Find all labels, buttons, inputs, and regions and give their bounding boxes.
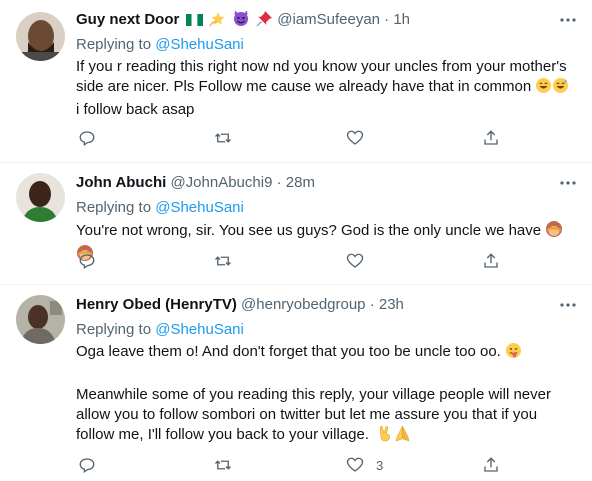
mention-link[interactable]: @ShehuSani bbox=[155, 199, 244, 216]
tweet-actions: 3 bbox=[76, 455, 516, 475]
like-button[interactable] bbox=[346, 128, 376, 148]
reply-icon bbox=[78, 456, 96, 474]
author-handle[interactable]: @iamSufeeyan bbox=[277, 11, 380, 28]
tweet-actions bbox=[76, 128, 516, 148]
sweat-smile-icon bbox=[552, 77, 569, 100]
author-handle[interactable]: @henryobedgroup bbox=[241, 296, 365, 313]
tweet-text-part: Oga leave them o! And don't forget that … bbox=[76, 343, 501, 360]
reply-button[interactable] bbox=[78, 455, 96, 475]
replying-to-label: Replying to bbox=[76, 199, 152, 216]
share-icon bbox=[482, 456, 500, 474]
winking-tongue-face-icon bbox=[505, 342, 522, 365]
reply-button[interactable] bbox=[78, 251, 96, 271]
share-icon bbox=[482, 252, 500, 270]
avatar[interactable] bbox=[16, 295, 65, 344]
separator-dot: · bbox=[384, 11, 390, 28]
retweet-icon bbox=[213, 456, 233, 474]
heart-icon bbox=[346, 252, 364, 270]
reply-icon bbox=[78, 129, 96, 147]
retweet-icon bbox=[213, 129, 233, 147]
nigeria-flag-icon bbox=[185, 12, 203, 34]
tweet-text-part: i follow back asap bbox=[76, 101, 195, 118]
reply-icon bbox=[78, 252, 96, 270]
reply-button[interactable] bbox=[78, 128, 96, 148]
share-button[interactable] bbox=[482, 128, 500, 148]
mention-link[interactable]: @ShehuSani bbox=[155, 321, 244, 338]
tweet-text-part: You're not wrong, sir. You see us guys? … bbox=[76, 222, 542, 239]
grinning-face-icon bbox=[535, 77, 552, 100]
author-name[interactable]: Guy next Door bbox=[76, 11, 179, 28]
tweet[interactable]: Henry Obed (HenryTV) @henryobedgroup · 2… bbox=[0, 285, 592, 481]
separator-dot: · bbox=[369, 296, 375, 313]
like-button[interactable]: 3 bbox=[346, 455, 383, 475]
more-icon[interactable] bbox=[558, 13, 578, 27]
smiling-devil-icon bbox=[232, 9, 250, 34]
more-icon[interactable] bbox=[558, 176, 578, 190]
mention-link[interactable]: @ShehuSani bbox=[155, 36, 244, 53]
tweet-time[interactable]: 28m bbox=[286, 174, 315, 191]
author-name[interactable]: Henry Obed (HenryTV) bbox=[76, 296, 237, 313]
share-icon bbox=[482, 129, 500, 147]
like-button[interactable] bbox=[346, 251, 376, 271]
tweet-time[interactable]: 1h bbox=[393, 11, 410, 28]
tweet-time[interactable]: 23h bbox=[379, 296, 404, 313]
replying-to: Replying to @ShehuSani bbox=[76, 197, 244, 219]
folded-hands-icon bbox=[394, 425, 411, 448]
victory-hand-icon bbox=[377, 425, 394, 448]
replying-to-label: Replying to bbox=[76, 321, 152, 338]
tweet-text-part: Meanwhile some of you reading this reply… bbox=[76, 386, 551, 443]
tweet[interactable]: Guy next Door @iamSufeeyan · 1h Replying… bbox=[0, 0, 592, 163]
replying-to-label: Replying to bbox=[76, 36, 152, 53]
heart-icon bbox=[346, 456, 364, 474]
author-name[interactable]: John Abuchi bbox=[76, 174, 166, 191]
separator-dot: · bbox=[276, 174, 282, 191]
replying-to: Replying to @ShehuSani bbox=[76, 319, 244, 341]
retweet-button[interactable] bbox=[213, 128, 233, 148]
dizzy-star-icon bbox=[209, 10, 226, 34]
avatar[interactable] bbox=[16, 12, 65, 61]
share-button[interactable] bbox=[482, 455, 500, 475]
retweet-icon bbox=[213, 252, 233, 270]
pushpin-icon bbox=[256, 10, 273, 34]
retweet-button[interactable] bbox=[213, 251, 233, 271]
heart-icon bbox=[346, 129, 364, 147]
retweet-button[interactable] bbox=[213, 455, 233, 475]
avatar[interactable] bbox=[16, 173, 65, 222]
replying-to: Replying to @ShehuSani bbox=[76, 34, 244, 56]
like-count: 3 bbox=[376, 457, 384, 473]
tweet-text: If you r reading this right now nd you k… bbox=[76, 57, 576, 120]
author-handle[interactable]: @JohnAbuchi9 bbox=[170, 174, 272, 191]
tweet[interactable]: John Abuchi @JohnAbuchi9 · 28m Replying … bbox=[0, 163, 592, 285]
share-button[interactable] bbox=[482, 251, 500, 271]
more-icon[interactable] bbox=[558, 298, 578, 312]
tweet-text-part: If you r reading this right now nd you k… bbox=[76, 58, 567, 95]
see-no-evil-monkey-icon bbox=[545, 220, 563, 244]
tweet-text: Oga leave them o! And don't forget that … bbox=[76, 342, 576, 448]
tweet-actions bbox=[76, 251, 516, 271]
